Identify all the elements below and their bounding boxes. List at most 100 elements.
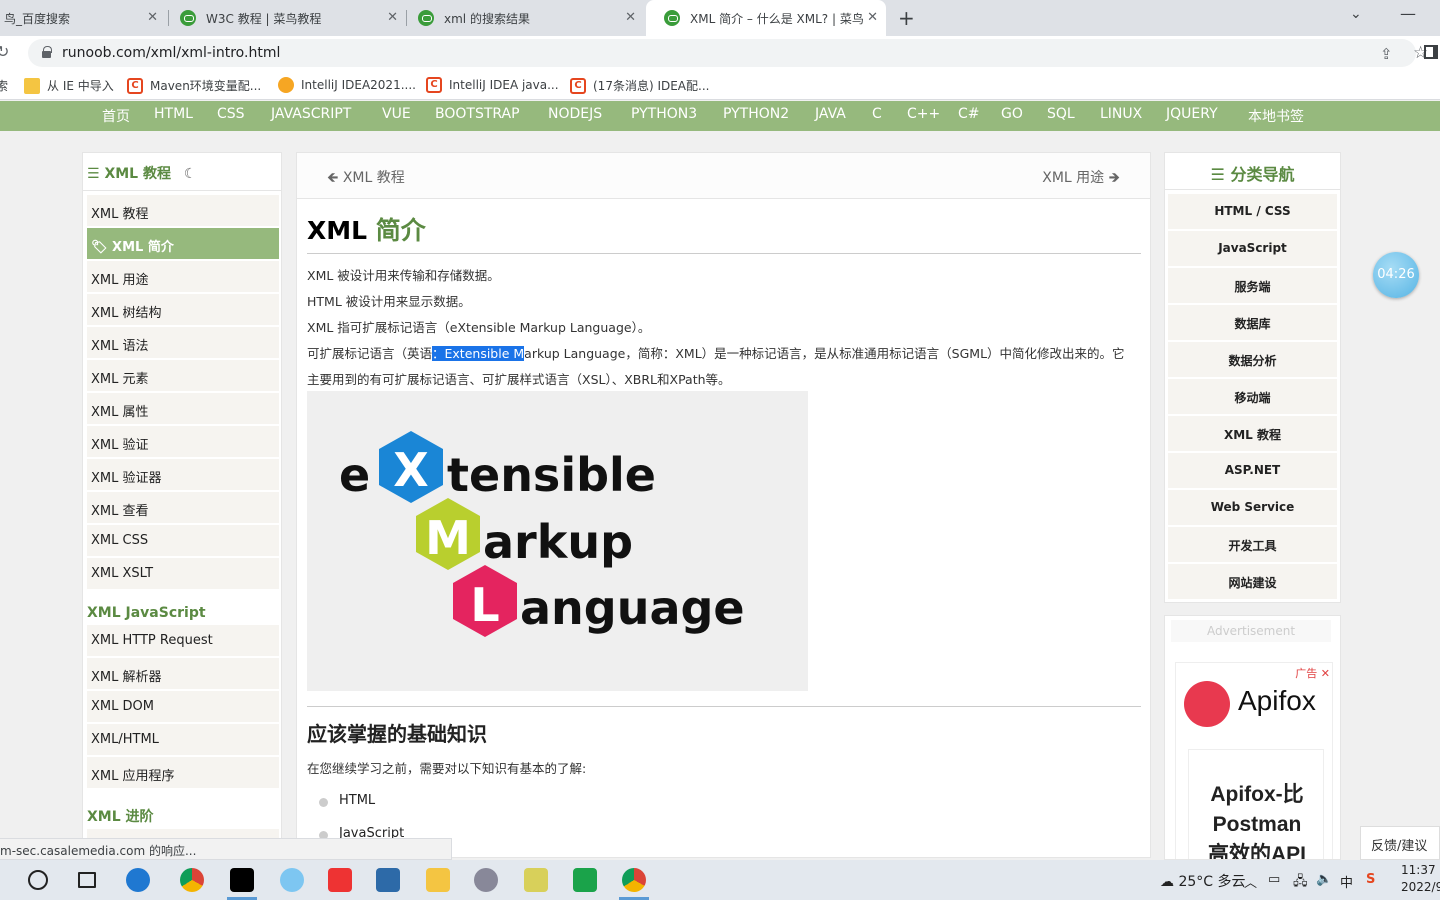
share-icon[interactable]: ⇪ (1380, 45, 1393, 63)
new-tab-button[interactable]: + (898, 6, 915, 30)
bookmark-item[interactable]: C Maven环境变量配... (127, 77, 261, 94)
chrome-icon[interactable] (622, 868, 646, 892)
bookmark-item[interactable]: C (17条消息) IDEA配... (570, 77, 709, 94)
ad-card[interactable]: 广告 ✕ Apifox Apifox-比 Postman 高效的API (1175, 662, 1333, 859)
bookmark-item[interactable]: 从 IE 中导入 (24, 77, 114, 94)
bookmark-item[interactable]: IntelliJ IDEA2021.... (278, 77, 416, 93)
sidebar-item[interactable]: XML 教程 (87, 195, 279, 227)
category-item[interactable]: HTML / CSS (1168, 194, 1337, 229)
intellij-idea-icon[interactable] (230, 868, 254, 892)
sidebar-item[interactable]: XML CSS (87, 525, 279, 557)
sidebar-item[interactable]: XML 属性 (87, 393, 279, 425)
chat-app-icon[interactable] (474, 868, 498, 892)
tab-search-chevron-icon[interactable]: ⌄ (1350, 6, 1362, 22)
browser-tab[interactable]: xml 的搜索结果 ✕ (400, 0, 644, 36)
category-item[interactable]: 服务端 (1168, 268, 1337, 303)
tray-chevron-up-icon[interactable]: ︿ (1244, 872, 1257, 891)
nav-item[interactable]: LINUX (1100, 106, 1142, 122)
file-explorer-icon[interactable] (426, 868, 450, 892)
clock-date[interactable]: 2022/9 (1401, 880, 1440, 894)
dark-mode-moon-icon[interactable]: ☾ (184, 166, 197, 182)
sogou-input-icon[interactable]: S (1366, 872, 1375, 887)
category-item[interactable]: JavaScript (1168, 231, 1337, 266)
chrome-icon[interactable] (180, 868, 204, 892)
section-heading: 应该掌握的基础知识 (307, 722, 487, 746)
help-app-icon[interactable] (524, 868, 548, 892)
nav-item[interactable]: CSS (217, 106, 245, 122)
bookmark-item[interactable]: C IntelliJ IDEA java... (426, 77, 559, 93)
nav-item[interactable]: PYTHON3 (631, 106, 697, 122)
sidebar-item[interactable]: XML 应用程序 (87, 757, 279, 789)
sidebar-item-active[interactable]: 🏷 XML 简介 (87, 228, 279, 260)
category-item[interactable]: ASP.NET (1168, 453, 1337, 488)
category-item[interactable]: Web Service (1168, 490, 1337, 525)
sidebar-item[interactable]: XML/HTML (87, 724, 279, 756)
nav-item[interactable]: 本地书签 (1248, 106, 1304, 126)
sidebar-item[interactable]: XML 验证器 (87, 459, 279, 491)
nav-item[interactable]: NODEJS (548, 106, 602, 122)
tab-close-icon[interactable]: ✕ (387, 10, 398, 25)
task-view-icon[interactable] (78, 872, 96, 888)
category-item[interactable]: XML 教程 (1168, 416, 1337, 451)
browser-tab[interactable]: 鸟_百度搜索 ✕ (0, 0, 166, 36)
next-page-link[interactable]: XML 用途 🡺 (1042, 167, 1120, 191)
reload-icon[interactable]: ↻ (0, 42, 9, 61)
tab-close-icon[interactable]: ✕ (625, 10, 636, 25)
sidebar-item[interactable]: XML 验证 (87, 426, 279, 458)
ime-icon[interactable]: 中 (1340, 872, 1353, 891)
category-item[interactable]: 移动端 (1168, 379, 1337, 414)
tab-close-icon[interactable]: ✕ (147, 10, 158, 25)
nav-item[interactable]: C++ (907, 106, 940, 122)
battery-icon[interactable]: ▭ (1268, 872, 1280, 887)
nav-item[interactable]: SQL (1047, 106, 1075, 122)
sidebar-item[interactable]: XML DOM (87, 691, 279, 723)
nav-item[interactable]: JAVA (815, 106, 846, 122)
sidebar-item[interactable]: XML XSLT (87, 558, 279, 590)
hbuilder-icon[interactable] (573, 868, 597, 892)
browser-tab-active[interactable]: XML 简介 – 什么是 XML? | 菜鸟 ✕ (646, 0, 886, 36)
url-text[interactable]: runoob.com/xml/xml-intro.html (62, 45, 280, 61)
nav-item[interactable]: C# (958, 106, 980, 122)
sidebar-item[interactable]: XML 查看 (87, 492, 279, 524)
clock-time[interactable]: 11:37 (1401, 863, 1436, 877)
nav-item[interactable]: 首页 (102, 106, 130, 126)
search-circle-icon[interactable] (28, 870, 48, 890)
nav-item[interactable]: VUE (382, 106, 411, 122)
side-panel-icon[interactable] (1424, 45, 1438, 59)
nav-item[interactable]: JAVASCRIPT (271, 106, 351, 122)
bookmark-item[interactable]: 索 (0, 77, 8, 94)
lock-icon[interactable] (42, 46, 52, 58)
browser-tab[interactable]: W3C 教程 | 菜鸟教程 ✕ (162, 0, 406, 36)
address-bar[interactable]: runoob.com/xml/xml-intro.html ⇪ ☆ (28, 39, 1428, 67)
category-item[interactable]: 网站建设 (1168, 564, 1337, 599)
category-item[interactable]: 开发工具 (1168, 527, 1337, 562)
nav-item[interactable]: GO (1001, 106, 1023, 122)
timer-bubble[interactable]: 04:26 (1373, 252, 1419, 298)
nav-item[interactable]: C (872, 106, 882, 122)
sidebar-item[interactable]: XML 树结构 (87, 294, 279, 326)
weather-widget[interactable]: ☁ 25°C 多云 (1160, 871, 1246, 891)
feedback-button[interactable]: 反馈/建议 (1360, 826, 1440, 860)
nav-item[interactable]: JQUERY (1166, 106, 1218, 122)
nav-item[interactable]: PYTHON2 (723, 106, 789, 122)
network-icon[interactable]: 🖧 (1293, 872, 1308, 894)
minimize-icon[interactable]: — (1400, 4, 1416, 23)
nav-item[interactable]: HTML (154, 106, 193, 122)
sidebar-item[interactable]: XML 元素 (87, 360, 279, 392)
tab-close-icon[interactable]: ✕ (867, 10, 878, 25)
sidebar-item[interactable]: XML 解析器 (87, 658, 279, 690)
remote-desktop-icon[interactable] (376, 868, 400, 892)
sidebar-item[interactable]: XML HTTP Request (87, 625, 279, 657)
ad-close-icon[interactable]: ✕ (1321, 667, 1330, 680)
sidebar-item[interactable]: XML 语法 (87, 327, 279, 359)
volume-icon[interactable]: 🔈 (1316, 872, 1332, 887)
nav-item[interactable]: BOOTSTRAP (435, 106, 520, 122)
apifox-logo-icon (1184, 681, 1230, 727)
category-item[interactable]: 数据分析 (1168, 342, 1337, 377)
network-app-icon[interactable] (280, 868, 304, 892)
category-item[interactable]: 数据库 (1168, 305, 1337, 340)
wps-icon[interactable] (328, 868, 352, 892)
prev-page-link[interactable]: 🡸 XML 教程 (327, 167, 405, 191)
edge-ie-icon[interactable] (126, 868, 150, 892)
sidebar-item[interactable]: XML 用途 (87, 261, 279, 293)
